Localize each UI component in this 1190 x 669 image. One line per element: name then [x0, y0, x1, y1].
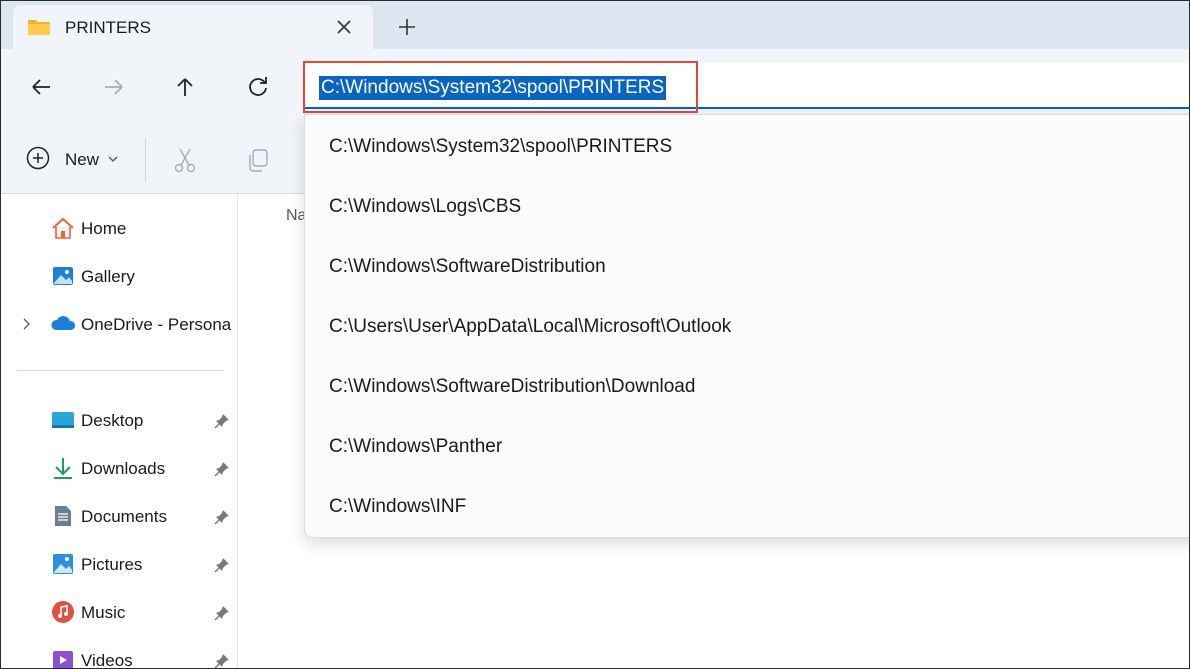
tab-strip: PRINTERS — [1, 1, 1189, 49]
suggestion-item[interactable]: C:\Users\User\AppData\Local\Microsoft\Ou… — [329, 316, 731, 338]
plus-circle-icon — [25, 145, 51, 176]
home-icon — [51, 216, 75, 240]
pin-icon[interactable] — [213, 508, 231, 526]
sidebar-item-pictures[interactable]: Pictures — [1, 548, 238, 580]
pin-icon[interactable] — [213, 460, 231, 478]
tab-title: PRINTERS — [65, 18, 151, 37]
suggestion-item[interactable]: C:\Windows\INF — [329, 496, 466, 518]
forward-arrow-icon[interactable] — [98, 71, 130, 103]
sidebar-item-label: Music — [81, 603, 126, 622]
chevron-right-icon[interactable] — [21, 317, 33, 331]
suggestion-item[interactable]: C:\Windows\Panther — [329, 436, 502, 458]
address-input-value[interactable]: C:\Windows\System32\spool\PRINTERS — [319, 76, 667, 100]
sidebar-item-label: Pictures — [81, 555, 143, 574]
documents-icon — [51, 504, 75, 528]
tab-printers[interactable]: PRINTERS — [13, 5, 373, 49]
videos-icon — [51, 648, 75, 668]
sidebar-item-label: Videos — [81, 651, 133, 669]
sidebar-item-documents[interactable]: Documents — [1, 500, 238, 532]
sidebar-item-downloads[interactable]: Downloads — [1, 452, 238, 484]
suggestion-item[interactable]: C:\Windows\System32\spool\PRINTERS — [329, 136, 672, 158]
pin-icon[interactable] — [213, 556, 231, 574]
navigation-pane: Home Gallery OneDrive - Persona Desktop … — [1, 194, 238, 669]
new-button[interactable]: New — [25, 146, 119, 174]
pin-icon[interactable] — [213, 412, 231, 430]
onedrive-icon — [51, 312, 76, 336]
new-button-label: New — [65, 150, 100, 169]
sidebar-item-label: Gallery — [81, 267, 135, 286]
back-arrow-icon[interactable] — [25, 71, 57, 103]
cut-icon[interactable] — [171, 146, 199, 174]
up-arrow-icon[interactable] — [169, 71, 201, 103]
downloads-icon — [51, 456, 75, 480]
copy-icon[interactable] — [244, 146, 272, 174]
refresh-icon[interactable] — [242, 71, 274, 103]
address-suggestions-dropdown: C:\Windows\System32\spool\PRINTERS C:\Wi… — [304, 114, 1189, 538]
sidebar-item-label: Desktop — [81, 411, 144, 430]
sidebar-item-videos[interactable]: Videos — [1, 644, 238, 669]
toolbar-divider — [145, 138, 146, 182]
sidebar-item-label: OneDrive - Persona — [81, 315, 232, 334]
pictures-icon — [51, 552, 75, 576]
suggestion-item[interactable]: C:\Windows\Logs\CBS — [329, 196, 521, 218]
sidebar-item-music[interactable]: Music — [1, 596, 238, 628]
close-tab-icon[interactable] — [331, 14, 357, 40]
address-bar[interactable]: C:\Windows\System32\spool\PRINTERS — [303, 61, 1189, 113]
new-tab-button[interactable] — [393, 13, 421, 41]
desktop-icon — [51, 408, 75, 432]
sidebar-item-desktop[interactable]: Desktop — [1, 404, 238, 436]
pin-icon[interactable] — [213, 652, 231, 668]
chevron-down-icon — [107, 151, 119, 169]
music-icon — [51, 600, 75, 624]
sidebar-item-onedrive[interactable]: OneDrive - Persona — [1, 308, 238, 340]
gallery-icon — [51, 264, 75, 288]
file-explorer-window: PRINTERS C:\Windows\System32\spool\PRINT… — [0, 0, 1190, 669]
sidebar-item-label: Downloads — [81, 459, 166, 478]
suggestion-item[interactable]: C:\Windows\SoftwareDistribution — [329, 256, 606, 278]
sidebar-item-home[interactable]: Home — [1, 212, 238, 244]
folder-icon — [27, 17, 51, 42]
sidebar-divider — [17, 370, 224, 371]
pin-icon[interactable] — [213, 604, 231, 622]
suggestion-item[interactable]: C:\Windows\SoftwareDistribution\Download — [329, 376, 695, 398]
sidebar-item-label: Home — [81, 219, 127, 238]
sidebar-item-gallery[interactable]: Gallery — [1, 260, 238, 292]
navigation-bar: C:\Windows\System32\spool\PRINTERS — [1, 49, 1189, 124]
sidebar-item-label: Documents — [81, 507, 167, 526]
